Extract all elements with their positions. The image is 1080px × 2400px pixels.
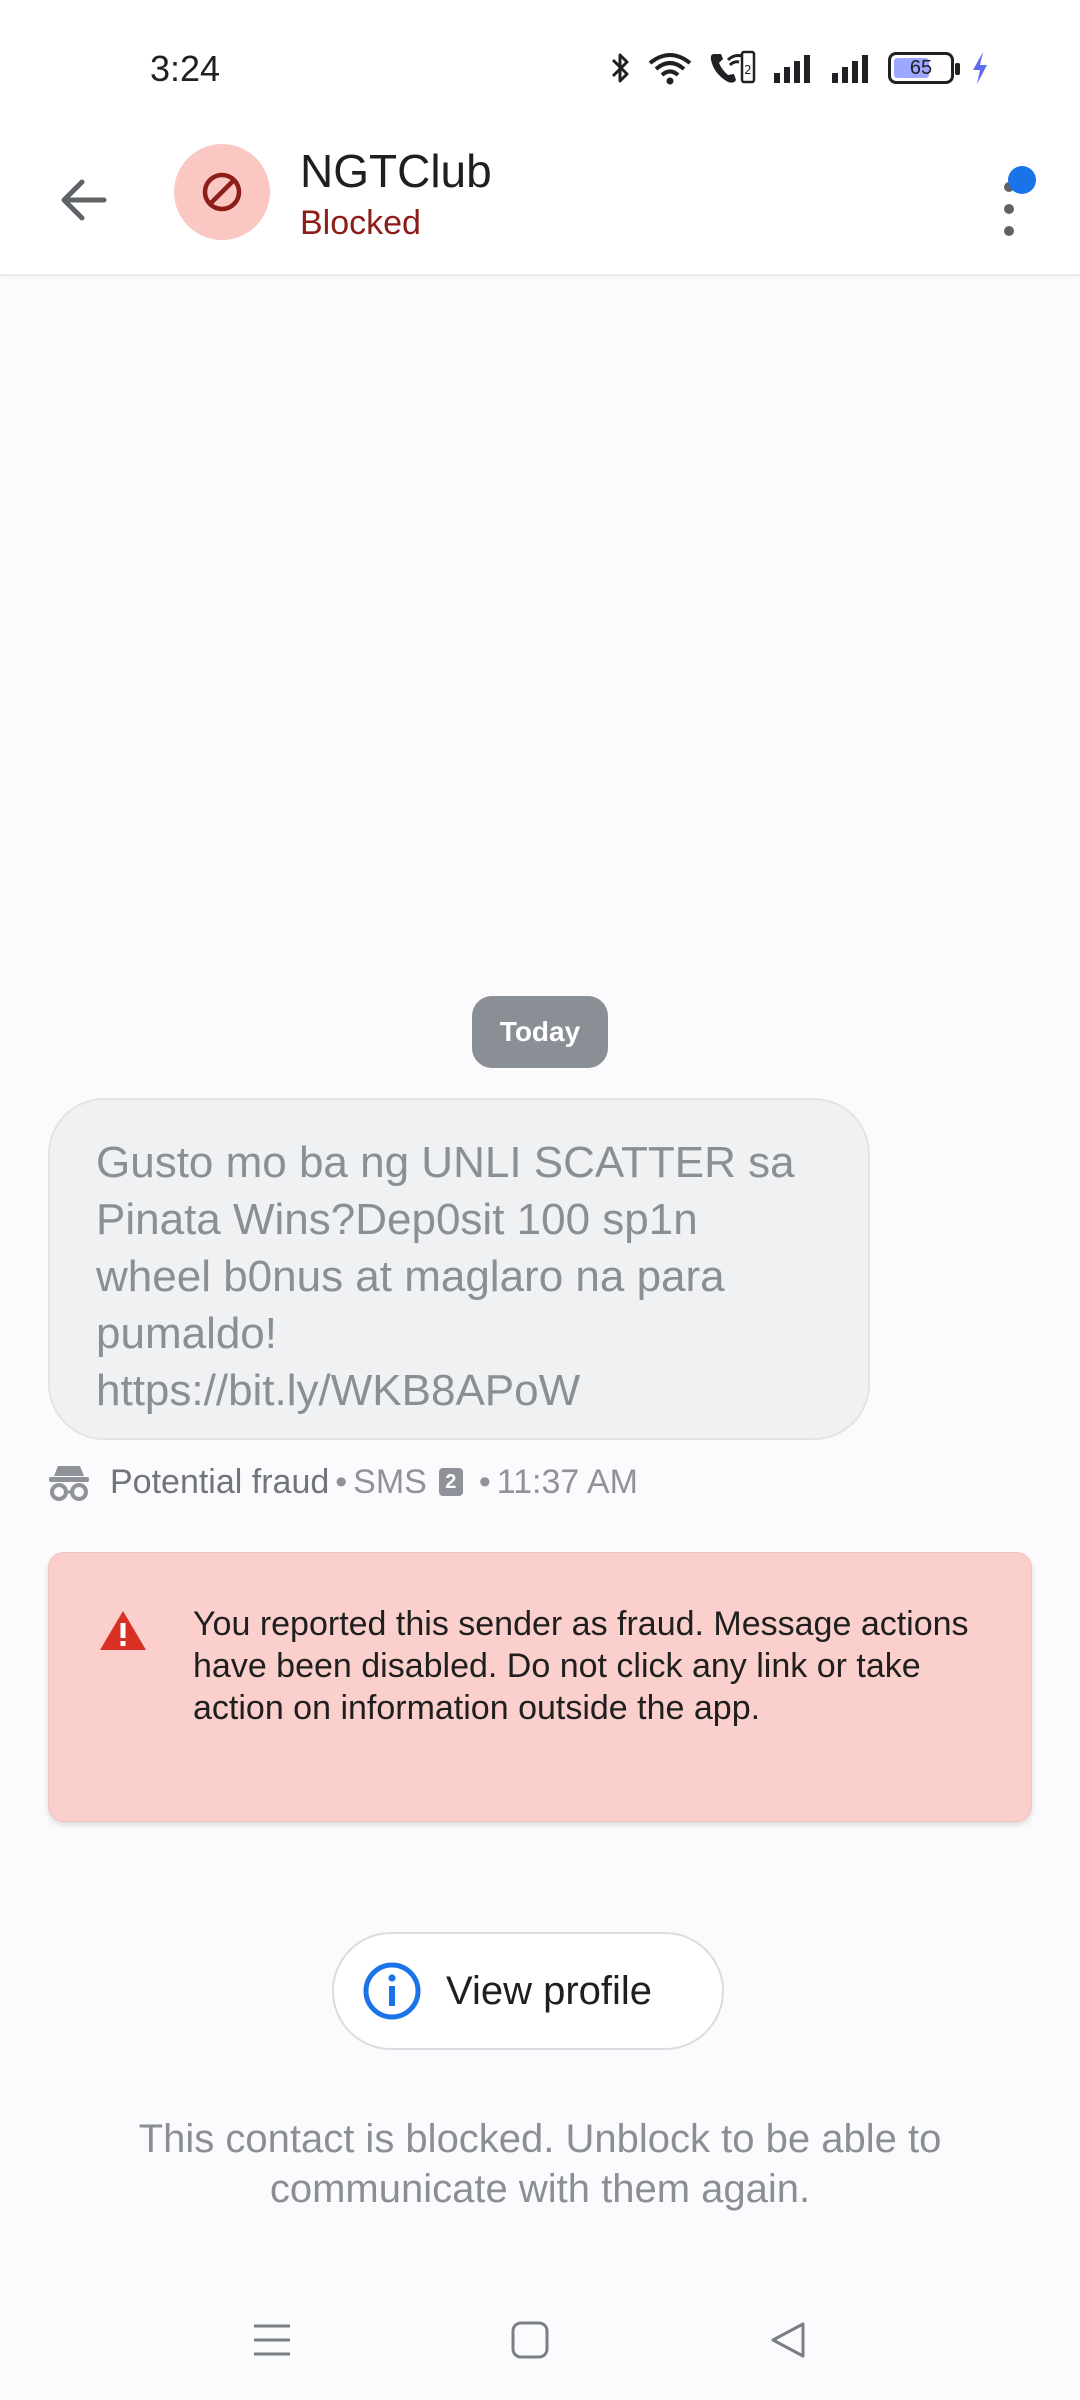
more-vert-icon-dot (1004, 226, 1014, 236)
sim-badge: 2 (438, 1468, 463, 1496)
app-bar: NGTClub Blocked (0, 140, 1080, 276)
nav-back-button[interactable] (758, 2310, 818, 2370)
signal-icon (774, 55, 810, 83)
message-time: 11:37 AM (496, 1462, 638, 1501)
spy-icon (49, 1466, 89, 1501)
battery-icon: 65 (888, 52, 960, 84)
contact-name[interactable]: NGTClub (300, 144, 492, 198)
fraud-label: Potential fraud (110, 1462, 330, 1501)
battery-level: 65 (909, 56, 933, 79)
back-button[interactable] (48, 164, 120, 236)
status-icons: 2 65 (610, 50, 990, 86)
nav-home-button[interactable] (500, 2310, 560, 2370)
message-bubble[interactable]: Gusto mo ba ng UNLI SCATTER sa Pinata Wi… (48, 1098, 870, 1440)
screen: 3:24 2 65 NGTClub Blocked Today Gusto mo… (0, 0, 1080, 2400)
blocked-notice: This contact is blocked. Unblock to be a… (138, 2117, 942, 2211)
view-profile-button[interactable]: View profile (332, 1932, 724, 2050)
separator: • (335, 1462, 348, 1501)
signal-icon-2 (832, 55, 868, 83)
svg-text:2: 2 (744, 63, 752, 77)
notification-dot (1008, 166, 1036, 194)
more-vert-icon-dot (1004, 204, 1014, 214)
info-icon (363, 1962, 421, 2020)
warning-icon (100, 1611, 146, 1650)
navigation-bar (0, 2280, 1080, 2400)
status-time: 3:24 (150, 48, 221, 89)
message-meta: Potential fraud • SMS 2 • 11:37 AM (48, 1458, 638, 1506)
avatar[interactable] (174, 144, 270, 240)
status-bar: 3:24 2 65 (0, 0, 1080, 140)
back-icon (771, 2322, 805, 2358)
date-divider: Today (472, 996, 608, 1068)
view-profile-label: View profile (446, 1968, 653, 2013)
home-icon (511, 2321, 549, 2359)
blocked-icon (202, 172, 242, 212)
nav-menu-button[interactable] (242, 2310, 302, 2370)
separator: • (478, 1462, 491, 1501)
message-channel: SMS (353, 1462, 427, 1501)
bluetooth-icon (611, 53, 629, 83)
warning-text: You reported this sender as fraud. Messa… (193, 1605, 969, 1727)
arrow-left-icon (61, 179, 107, 221)
fraud-warning-card: You reported this sender as fraud. Messa… (48, 1552, 1032, 1822)
message-text: Gusto mo ba ng UNLI SCATTER sa Pinata Wi… (96, 1138, 795, 1415)
contact-status: Blocked (300, 204, 421, 242)
menu-icon (254, 2324, 290, 2356)
wifi-calling-icon: 2 (710, 50, 756, 84)
charging-icon (973, 52, 987, 84)
wifi-icon (648, 53, 692, 85)
more-options-button[interactable] (980, 154, 1040, 244)
